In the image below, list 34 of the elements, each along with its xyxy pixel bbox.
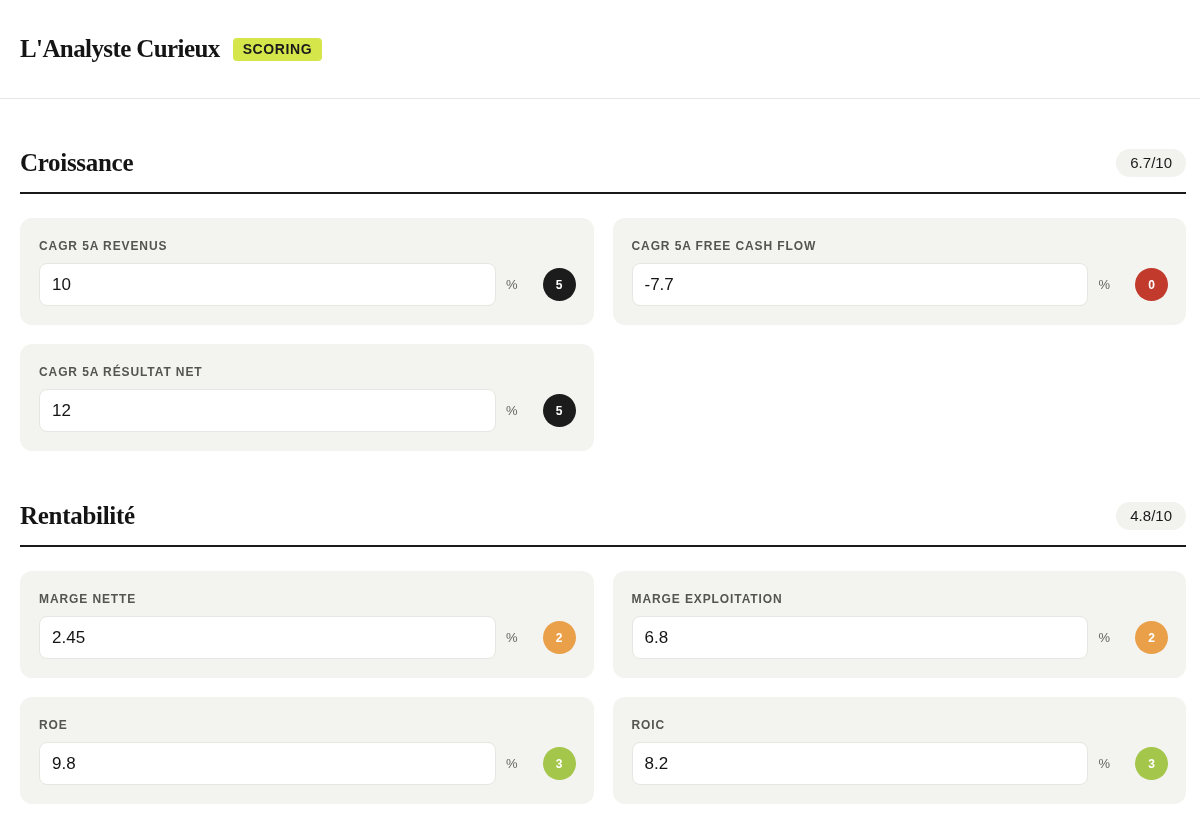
unit-label: % (505, 403, 518, 418)
section-score: 4.8/10 (1116, 502, 1186, 530)
section-title: Rentabilité (20, 502, 135, 530)
metric-score: 5 (542, 268, 576, 301)
metric-score: 3 (1135, 747, 1168, 780)
metric-label: CAGR 5A FREE CASH FLOW (631, 239, 818, 253)
unit-label: % (1098, 756, 1110, 771)
site-logo[interactable]: L'Analyste Curieux (20, 35, 220, 63)
unit-label: % (1098, 277, 1110, 292)
unit-label: % (505, 277, 518, 292)
value-field[interactable]: -7.7 (631, 263, 1089, 306)
unit-label: % (505, 756, 518, 771)
mode-badge: SCORING (232, 37, 323, 61)
metric-score: 2 (1135, 621, 1168, 654)
metric-label: CAGR 5A REVENUS (39, 239, 169, 253)
unit-label: % (505, 630, 518, 645)
metric-score: 3 (542, 747, 576, 780)
metric-label: CAGR 5A RÉSULTAT NET (39, 365, 204, 379)
value-field[interactable]: 8.2 (631, 742, 1089, 785)
metric-label: ROIC (631, 718, 667, 732)
metric-label: MARGE NETTE (39, 592, 138, 606)
value-field[interactable]: 12 (39, 389, 496, 432)
metric-label: ROE (39, 718, 69, 732)
metric-score: 5 (542, 394, 576, 427)
section-title: Croissance (20, 149, 134, 177)
unit-label: % (1098, 630, 1110, 645)
value-field[interactable]: 10 (39, 263, 496, 306)
value-field[interactable]: 9.8 (39, 742, 496, 785)
metric-score: 0 (1135, 268, 1168, 301)
metric-label: MARGE EXPLOITATION (631, 592, 784, 606)
metric-score: 2 (542, 621, 576, 654)
value-field[interactable]: 6.8 (631, 616, 1089, 659)
value-field[interactable]: 2.45 (39, 616, 496, 659)
section-score: 6.7/10 (1116, 149, 1186, 177)
